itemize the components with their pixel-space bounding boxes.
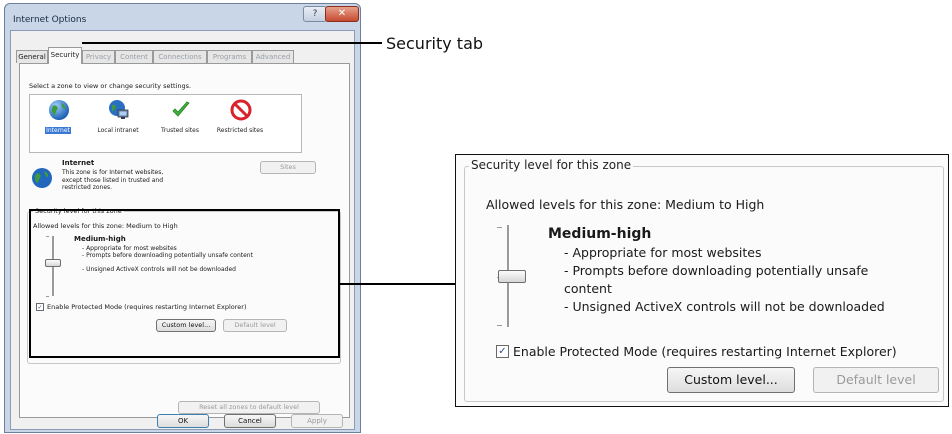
tab-security-label: Security	[50, 51, 80, 59]
zoom-group-label: Security level for this zone	[469, 158, 634, 172]
zoom-protected-mode-label: Enable Protected Mode (requires restarti…	[513, 344, 897, 359]
close-button[interactable]: ✕	[325, 6, 359, 22]
checkmark-icon	[172, 101, 190, 117]
zoom-bullet-3: - Unsigned ActiveX controls will not be …	[564, 299, 885, 314]
magnified-security-level-panel: Security level for this zone Allowed lev…	[455, 154, 949, 407]
tab-security[interactable]: Security	[48, 47, 82, 64]
zoom-leader-line	[340, 283, 456, 285]
cancel-button[interactable]: Cancel	[224, 414, 276, 428]
zoom-custom-level-button[interactable]: Custom level...	[667, 367, 795, 393]
zoom-level-name: Medium-high	[548, 226, 652, 242]
zoom-allowed-levels-text: Allowed levels for this zone: Medium to …	[486, 197, 765, 212]
slider-tick	[497, 227, 502, 228]
selected-zone-description: This zone is for Internet websites, exce…	[62, 169, 164, 191]
tab-programs[interactable]: Programs	[207, 50, 252, 63]
globe-icon	[32, 168, 52, 188]
tab-content[interactable]: Content	[115, 50, 153, 63]
tab-connections[interactable]: Connections	[153, 50, 207, 63]
zone-prompt: Select a zone to view or change security…	[29, 82, 192, 90]
tab-advanced-label: Advanced	[255, 53, 291, 61]
selected-zone-title: Internet	[62, 159, 95, 167]
help-icon: ?	[312, 9, 318, 19]
reset-all-zones-button[interactable]: Reset all zones to default level	[178, 401, 320, 414]
tab-general[interactable]: General	[16, 50, 48, 63]
tab-advanced[interactable]: Advanced	[252, 50, 294, 63]
help-button[interactable]: ?	[303, 6, 327, 22]
zone-list: Internet Local intranet Trusted sites Re…	[29, 94, 302, 153]
sites-button[interactable]: Sites	[260, 161, 316, 174]
zone-local-intranet-label: Local intranet	[97, 127, 139, 134]
zoom-bullet-2-cont: content	[564, 281, 612, 296]
window-title: Internet Options	[13, 15, 87, 25]
security-level-highlight	[29, 209, 340, 358]
tab-general-label: General	[18, 53, 46, 61]
close-icon: ✕	[337, 8, 347, 19]
no-entry-icon	[230, 99, 252, 121]
zoom-security-level-group: Security level for this zone Allowed lev…	[464, 158, 944, 402]
zoom-default-level-button[interactable]: Default level	[813, 367, 939, 393]
zone-trusted-sites-label: Trusted sites	[161, 127, 199, 134]
slider-tick	[497, 325, 502, 326]
zone-trusted-sites[interactable]: Trusted sites	[154, 97, 206, 149]
tab-programs-label: Programs	[212, 53, 247, 61]
security-tab-leader-line	[82, 42, 382, 44]
tab-privacy-label: Privacy	[85, 53, 112, 61]
zoom-protected-mode-checkbox[interactable]: ✓	[496, 345, 509, 358]
zoom-slider-thumb[interactable]	[498, 270, 526, 283]
tab-privacy[interactable]: Privacy	[82, 50, 115, 63]
zone-internet[interactable]: Internet	[32, 97, 84, 149]
zone-restricted-sites-label: Restricted sites	[216, 127, 264, 134]
tab-connections-label: Connections	[158, 53, 202, 61]
zoom-bullet-1: - Appropriate for most websites	[564, 245, 762, 260]
zone-internet-label: Internet	[45, 127, 71, 134]
security-tab-callout: Security tab	[386, 34, 484, 53]
zone-restricted-sites[interactable]: Restricted sites	[214, 97, 266, 149]
title-bar[interactable]: Internet Options ? ✕	[5, 4, 360, 30]
zone-local-intranet[interactable]: Local intranet	[92, 97, 144, 149]
intranet-icon	[109, 100, 129, 119]
ok-button[interactable]: OK	[157, 414, 209, 428]
globe-icon	[49, 100, 69, 120]
tab-content-label: Content	[120, 53, 148, 61]
apply-button[interactable]: Apply	[291, 414, 343, 428]
zoom-bullet-2: - Prompts before downloading potentially…	[564, 263, 869, 278]
